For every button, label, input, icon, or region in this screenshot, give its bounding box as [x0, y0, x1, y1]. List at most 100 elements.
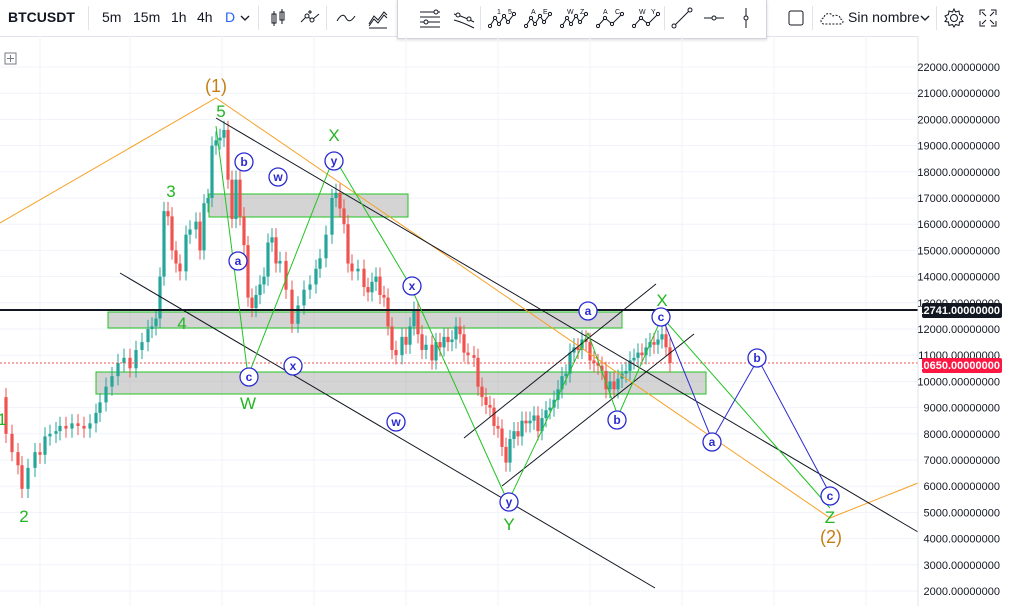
candle-body: [324, 234, 328, 259]
blue-projection-path: [661, 316, 831, 495]
interval-5m[interactable]: 5m: [102, 9, 121, 25]
candle-body: [210, 145, 214, 198]
chevron-down-icon[interactable]: [918, 6, 932, 30]
price-tick-label: 5000.00000000: [924, 507, 1000, 519]
candle-body: [246, 245, 250, 298]
candle-body: [476, 357, 480, 387]
circled-wave-label: a: [709, 435, 716, 449]
candle-body: [250, 297, 254, 309]
candle-body: [544, 410, 548, 419]
circled-wave-label: b: [613, 413, 620, 427]
price-tick-label: 7000.00000000: [924, 455, 1000, 467]
candle-body: [612, 381, 616, 390]
price-tick-label: 12000.00000000: [917, 324, 1000, 336]
wave-label: Y: [503, 515, 514, 534]
candle-body: [450, 339, 454, 343]
candle-body: [362, 268, 366, 288]
candle-body: [242, 216, 246, 246]
separator: [326, 6, 327, 30]
circled-wave-label: b: [753, 351, 760, 365]
settings-icon[interactable]: [942, 6, 966, 30]
candle-body: [134, 349, 138, 369]
candle-body: [178, 263, 182, 272]
line-icon[interactable]: [334, 6, 358, 30]
vertical-line-icon[interactable]: [734, 6, 758, 30]
candle-body: [98, 402, 102, 413]
price-tick-label: 10000.00000000: [917, 376, 1000, 388]
wave-label: X: [656, 291, 667, 310]
candle-body: [438, 342, 442, 348]
candle-body: [394, 349, 398, 356]
candle-body: [170, 216, 174, 251]
price-chart[interactable]: (1) (2) 5 3 4 2 1 X W Y X Zb w y a c x x w a b c y b a c 22000.00…: [0, 36, 1012, 606]
price-tick-label: 3000.00000000: [924, 560, 1000, 572]
interval-15m[interactable]: 15m: [133, 9, 160, 25]
candle-body: [420, 334, 424, 350]
candle-body: [76, 423, 80, 426]
elliott-correction-icon[interactable]: AC: [596, 6, 626, 30]
circled-wave-label: w: [390, 415, 401, 429]
price-tick-label: 15000.00000000: [917, 245, 1000, 257]
cloud-icon[interactable]: [818, 6, 846, 30]
candle-body: [214, 140, 218, 146]
candle-body: [198, 221, 202, 251]
fullscreen-icon[interactable]: [976, 6, 1000, 30]
candle-body: [318, 258, 322, 269]
price-tick-label: 9000.00000000: [924, 403, 1000, 415]
compare-icon[interactable]: [298, 6, 322, 30]
price-tick-label: 14000.00000000: [917, 272, 1000, 284]
price-tick-label: 8000.00000000: [924, 429, 1000, 441]
interval-4h[interactable]: 4h: [197, 9, 213, 25]
horizontal-ray-icon[interactable]: [702, 6, 726, 30]
candle-body: [528, 420, 532, 424]
candle-body: [104, 386, 108, 403]
circled-wave-label: a: [585, 304, 592, 318]
checkbox-icon[interactable]: [784, 6, 808, 30]
candle-body: [632, 357, 636, 361]
trend-line-icon[interactable]: [670, 6, 694, 30]
candle-body: [258, 284, 262, 295]
candle-body: [302, 289, 306, 306]
drawing-toolbar: 15 AE WZ AC WY: [397, 0, 767, 39]
circled-wave-label: c: [658, 310, 665, 324]
last-price-label: 10650.00000000: [917, 360, 1000, 372]
candle-body: [140, 342, 144, 350]
candle-body: [338, 192, 342, 209]
fib-icon[interactable]: [418, 6, 442, 30]
candle-body: [640, 352, 644, 356]
svg-text:E: E: [543, 9, 548, 16]
circled-wave-label: x: [290, 359, 297, 373]
channel-icon[interactable]: [452, 6, 476, 30]
candle-body: [206, 198, 210, 204]
elliott-double-icon[interactable]: WY: [632, 6, 662, 30]
candle-body: [462, 334, 466, 353]
template-name[interactable]: Sin nombre: [848, 9, 920, 25]
svg-text:A: A: [531, 9, 536, 16]
candle-body: [10, 433, 14, 453]
symbol-name[interactable]: BTCUSDT: [8, 9, 75, 25]
interval-1h[interactable]: 1h: [171, 9, 187, 25]
candle-body: [496, 425, 500, 429]
indicators-icon[interactable]: [366, 6, 390, 30]
bar-chart-icon[interactable]: [266, 6, 290, 30]
candle-body: [342, 208, 346, 225]
elliott-triangle-icon[interactable]: AE: [524, 6, 554, 30]
candle-body: [466, 352, 470, 356]
svg-text:W: W: [639, 9, 646, 16]
candle-body: [70, 423, 74, 429]
svg-text:A: A: [603, 9, 608, 16]
price-tick-label: 4000.00000000: [924, 534, 1000, 546]
interval-d[interactable]: D: [225, 9, 235, 25]
candle-body: [278, 260, 282, 264]
elliott-triple-icon[interactable]: WZ: [560, 6, 590, 30]
candle-body: [270, 237, 274, 243]
orange-wave-line: [0, 97, 919, 519]
candle-body: [94, 412, 98, 424]
chevron-down-icon[interactable]: [238, 6, 252, 30]
candle-body: [370, 281, 374, 293]
expand-icon[interactable]: [4, 52, 17, 65]
price-tick-label: 18000.00000000: [917, 167, 1000, 179]
separator: [812, 6, 813, 30]
elliott-impulse-icon[interactable]: 15: [488, 6, 518, 30]
candle-body: [16, 452, 20, 466]
